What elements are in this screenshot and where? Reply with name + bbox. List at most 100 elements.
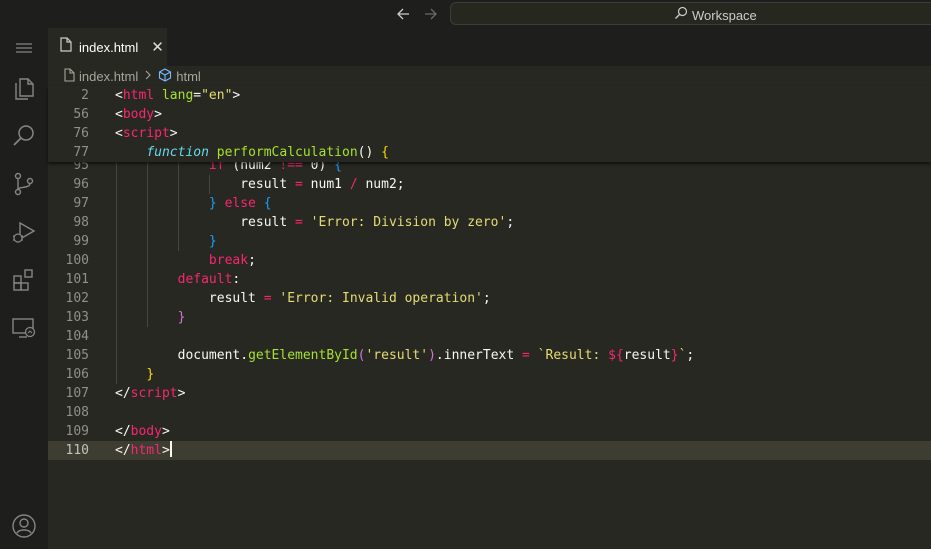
code-line[interactable]: 100 break; — [48, 251, 931, 270]
menu-icon[interactable] — [10, 34, 38, 62]
code-line[interactable]: 104 — [48, 327, 931, 346]
tab-index-html[interactable]: index.html ✕ — [48, 28, 167, 66]
code-token: } — [208, 234, 217, 249]
code-token: getElementById — [248, 348, 358, 363]
code-token: > — [177, 386, 186, 401]
code-text: } — [115, 365, 154, 384]
code-token: > — [161, 424, 170, 439]
code-token: = — [295, 177, 303, 192]
code-token: 'result' — [365, 348, 429, 363]
code-token: } — [146, 367, 155, 382]
close-icon[interactable]: ✕ — [151, 40, 164, 55]
search-icon — [674, 6, 688, 25]
code-token: = — [522, 348, 530, 363]
code-token: html — [130, 443, 162, 458]
tab-label: index.html — [79, 39, 139, 55]
code-line[interactable]: 102 result = 'Error: Invalid operation'; — [48, 289, 931, 308]
indent-guide — [209, 175, 211, 194]
code-token: } — [177, 310, 186, 325]
code-editor[interactable]: 2 <html lang="en"> 56 <body> 76 <script> 77 fu… — [48, 86, 931, 549]
code-token: body — [122, 107, 155, 122]
code-token: > — [169, 126, 178, 141]
line-number: 96 — [73, 177, 89, 192]
code-token: lang — [161, 88, 194, 103]
code-token: </ — [115, 386, 131, 401]
code-token: html — [122, 88, 155, 103]
line-number: 97 — [73, 196, 89, 211]
line-number: 98 — [73, 215, 89, 230]
code-token: body — [130, 424, 162, 439]
code-line[interactable]: 108 — [48, 403, 931, 422]
code-line[interactable]: 98 result = 'Error: Division by zero'; — [48, 213, 931, 232]
account-icon[interactable] — [10, 512, 38, 540]
code-token: < — [115, 126, 123, 141]
code-token: { — [263, 196, 272, 211]
code-token: else — [224, 196, 256, 211]
code-token: result — [115, 215, 296, 230]
code-line[interactable]: 109 </body> — [48, 422, 931, 441]
back-arrow-icon[interactable] — [394, 4, 414, 24]
code-token: / — [349, 177, 358, 192]
extensions-icon[interactable] — [10, 266, 38, 294]
code-token: result — [115, 291, 264, 306]
code-text: } — [115, 308, 186, 327]
editor-tab-bar: index.html ✕ — [48, 28, 931, 66]
remote-explorer-icon[interactable] — [10, 314, 38, 342]
code-line[interactable]: 99 } — [48, 232, 931, 251]
code-line[interactable]: 103 } — [48, 308, 931, 327]
chevron-right-icon — [144, 69, 152, 83]
code-token: ; — [506, 215, 515, 230]
code-token: break — [208, 253, 249, 268]
source-control-icon[interactable] — [10, 170, 38, 198]
code-text: result = 'Error: Division by zero'; — [115, 213, 514, 232]
code-token: </ — [115, 443, 131, 458]
file-icon — [64, 67, 75, 85]
code-line[interactable]: 96 result = num1 / num2; — [48, 175, 931, 194]
code-text: </body> — [115, 422, 170, 441]
code-token: script — [130, 386, 178, 401]
code-token: = — [263, 291, 272, 306]
file-icon — [60, 37, 72, 57]
code-text: <body> — [115, 105, 162, 124]
code-token: performCalculation — [216, 145, 358, 160]
indent-guide — [146, 156, 148, 327]
code-token: > — [232, 88, 241, 103]
code-text: </html> — [115, 441, 172, 460]
cube-icon — [158, 67, 172, 85]
code-text: function performCalculation() { — [115, 143, 389, 162]
line-number: 108 — [65, 405, 89, 420]
code-line[interactable]: 110 </html> — [48, 441, 931, 460]
code-line[interactable]: 106 } — [48, 365, 931, 384]
code-token: } — [670, 348, 679, 363]
code-text: </script> — [115, 384, 185, 403]
code-line[interactable]: 97 } else { — [48, 194, 931, 213]
code-text: } else { — [115, 194, 272, 213]
code-line[interactable]: 105 document.getElementById('result').in… — [48, 346, 931, 365]
search-icon[interactable] — [10, 122, 38, 150]
code-line[interactable]: 2 <html lang="en"> — [48, 86, 931, 105]
code-line[interactable]: 76 <script> — [48, 124, 931, 143]
run-debug-icon[interactable] — [10, 218, 38, 246]
breadcrumb-file[interactable]: index.html — [79, 69, 138, 84]
code-line[interactable]: 56 <body> — [48, 105, 931, 124]
code-token: ; — [482, 291, 491, 306]
line-number: 107 — [65, 386, 89, 401]
files-icon[interactable] — [10, 75, 38, 103]
code-token: num2; — [357, 177, 405, 192]
line-number: 105 — [65, 348, 89, 363]
forward-arrow-icon[interactable] — [420, 4, 440, 24]
code-line[interactable]: 107 </script> — [48, 384, 931, 403]
line-number: 101 — [65, 272, 89, 287]
activity-bar — [0, 28, 48, 549]
code-line[interactable]: 101 default: — [48, 270, 931, 289]
command-center-search[interactable]: Workspace — [450, 2, 931, 25]
code-text: } — [115, 232, 217, 251]
text-cursor — [169, 441, 172, 457]
sticky-scroll-header[interactable]: 2 <html lang="en"> 56 <body> 76 <script> 77 fu… — [48, 86, 931, 162]
code-line[interactable]: 77 function performCalculation() { — [48, 143, 931, 162]
breadcrumb-symbol[interactable]: html — [176, 69, 201, 84]
